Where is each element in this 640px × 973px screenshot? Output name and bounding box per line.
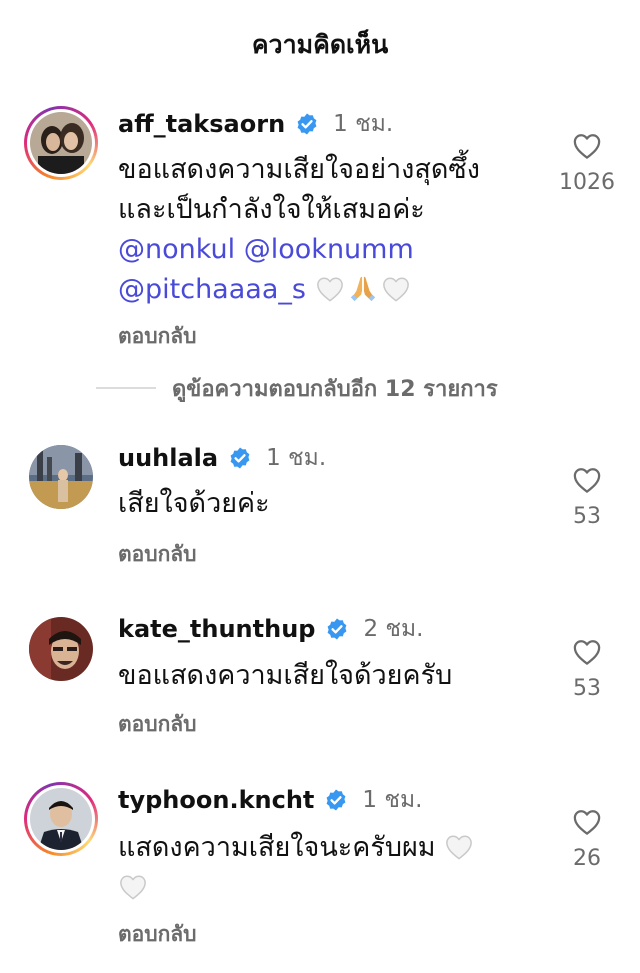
like-control: 1026	[556, 132, 618, 195]
verified-badge-icon	[228, 446, 252, 470]
avatar	[29, 445, 93, 509]
comment-line: แสดงความเสียใจนะครับผม	[118, 832, 436, 863]
view-more-replies[interactable]: ดูข้อความตอบกลับอีก 12 รายการ	[96, 370, 498, 406]
comment-header: aff_taksaorn 1 ชม.	[118, 106, 393, 142]
reply-button[interactable]: ตอบกลับ	[118, 708, 197, 741]
heart-outline-icon[interactable]	[572, 466, 602, 494]
comment-header: typhoon.kncht 1 ชม.	[118, 782, 422, 818]
like-control: 53	[556, 638, 618, 701]
like-count: 53	[573, 504, 601, 529]
timestamp: 2 ชม.	[363, 616, 424, 642]
white-heart-emoji	[381, 275, 411, 303]
avatar-wrapper[interactable]	[24, 612, 98, 686]
mention-link[interactable]: @looknumm	[244, 234, 414, 265]
white-heart-emoji	[315, 275, 345, 303]
avatar	[29, 617, 93, 681]
mention-link[interactable]: @pitchaaaa_s	[118, 274, 306, 305]
comment-line: และเป็นกำลังใจให้เสมอค่ะ	[118, 194, 425, 225]
comment-header: kate_thunthup 2 ชม.	[118, 611, 424, 647]
white-heart-emoji	[118, 873, 148, 901]
username[interactable]: typhoon.kncht	[118, 786, 314, 814]
avatar	[30, 788, 92, 850]
username[interactable]: aff_taksaorn	[118, 110, 285, 138]
username[interactable]: kate_thunthup	[118, 615, 315, 643]
avatar	[30, 112, 92, 174]
verified-badge-icon	[295, 112, 319, 136]
reply-button[interactable]: ตอบกลับ	[118, 320, 197, 353]
view-more-replies-label: ดูข้อความตอบกลับอีก 12 รายการ	[172, 376, 498, 402]
avatar-wrapper[interactable]	[24, 440, 98, 514]
like-count: 26	[573, 846, 601, 871]
divider	[96, 387, 156, 389]
comment-text: เสียใจด้วยค่ะ	[118, 488, 270, 519]
verified-badge-icon	[324, 788, 348, 812]
like-count: 1026	[559, 170, 615, 195]
verified-badge-icon	[325, 617, 349, 641]
like-control: 26	[556, 808, 618, 871]
reply-button[interactable]: ตอบกลับ	[118, 918, 197, 951]
heart-outline-icon[interactable]	[572, 132, 602, 160]
like-count: 53	[573, 676, 601, 701]
white-heart-emoji	[444, 833, 474, 861]
heart-outline-icon[interactable]	[572, 808, 602, 836]
comment-header: uuhlala 1 ชม.	[118, 440, 326, 476]
comment-text: ขอแสดงความเสียใจอย่างสุดซึ้ง และเป็นกำลั…	[118, 150, 548, 310]
username[interactable]: uuhlala	[118, 444, 218, 472]
timestamp: 1 ชม.	[362, 787, 423, 813]
mention-link[interactable]: @nonkul	[118, 234, 235, 265]
comment-text: ขอแสดงความเสียใจด้วยครับ	[118, 660, 453, 691]
avatar-story-ring[interactable]	[24, 782, 98, 856]
heart-outline-icon[interactable]	[572, 638, 602, 666]
folded-hands-emoji	[348, 273, 378, 303]
like-control: 53	[556, 466, 618, 529]
reply-button[interactable]: ตอบกลับ	[118, 538, 197, 571]
page-title: ความคิดเห็น	[251, 30, 389, 59]
timestamp: 1 ชม.	[266, 445, 327, 471]
comment-line: ขอแสดงความเสียใจอย่างสุดซึ้ง	[118, 154, 480, 185]
timestamp: 1 ชม.	[333, 111, 394, 137]
comment-text: แสดงความเสียใจนะครับผม	[118, 828, 548, 908]
avatar-story-ring[interactable]	[24, 106, 98, 180]
